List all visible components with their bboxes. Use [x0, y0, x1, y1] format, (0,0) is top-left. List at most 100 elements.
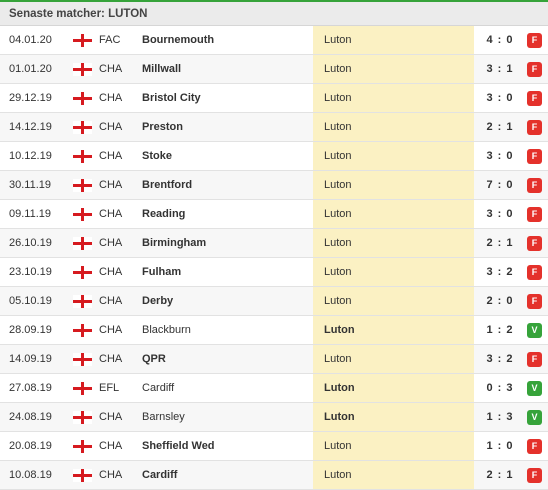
home-team[interactable]: Sheffield Wed [142, 432, 215, 460]
match-score[interactable]: 7 : 0 [474, 171, 526, 199]
match-score[interactable]: 1 : 3 [474, 403, 526, 431]
match-date: 10.08.19 [9, 469, 52, 481]
england-flag-icon [73, 34, 92, 47]
match-date: 14.09.19 [9, 353, 52, 365]
away-team[interactable]: Luton [324, 55, 352, 83]
away-team[interactable]: Luton [324, 432, 352, 460]
away-team[interactable]: Luton [324, 258, 352, 286]
away-team[interactable]: Luton [324, 403, 355, 431]
match-row[interactable]: 14.12.19 CHA Preston Luton 2 : 1F [0, 113, 548, 142]
match-score[interactable]: 1 : 0 [474, 432, 526, 460]
match-score[interactable]: 2 : 1 [474, 113, 526, 141]
home-team[interactable]: Bournemouth [142, 26, 214, 54]
away-team[interactable]: Luton [324, 200, 352, 228]
result-badge: F [527, 178, 542, 193]
away-team[interactable]: Luton [324, 374, 355, 402]
away-team[interactable]: Luton [324, 316, 355, 344]
england-flag-icon [73, 92, 92, 105]
match-row[interactable]: 27.08.19 EFL Cardiff Luton 0 : 3V [0, 374, 548, 403]
match-date: 28.09.19 [9, 324, 52, 336]
competition-code[interactable]: CHA [99, 316, 122, 344]
competition-code[interactable]: CHA [99, 432, 122, 460]
home-team[interactable]: Brentford [142, 171, 192, 199]
competition-code[interactable]: CHA [99, 142, 122, 170]
away-team[interactable]: Luton [324, 113, 352, 141]
match-score[interactable]: 3 : 0 [474, 84, 526, 112]
home-team[interactable]: QPR [142, 345, 166, 373]
home-team[interactable]: Stoke [142, 142, 172, 170]
home-team[interactable]: Fulham [142, 258, 181, 286]
match-row[interactable]: 14.09.19 CHA QPR Luton 3 : 2F [0, 345, 548, 374]
result-badge: F [527, 352, 542, 367]
away-team[interactable]: Luton [324, 26, 352, 54]
match-date: 26.10.19 [9, 237, 52, 249]
result-badge: F [527, 91, 542, 106]
match-score[interactable]: 1 : 2 [474, 316, 526, 344]
competition-code[interactable]: CHA [99, 403, 122, 431]
home-team[interactable]: Barnsley [142, 403, 185, 431]
match-list: 04.01.20 FAC Bournemouth Luton 4 : 0 F 01.01.2… [0, 26, 548, 490]
away-team[interactable]: Luton [324, 229, 352, 257]
away-team[interactable]: Luton [324, 171, 352, 199]
away-team[interactable]: Luton [324, 345, 352, 373]
result-badge: F [527, 439, 542, 454]
home-team[interactable]: Millwall [142, 55, 181, 83]
competition-code[interactable]: CHA [99, 113, 122, 141]
competition-code[interactable]: CHA [99, 55, 122, 83]
away-team[interactable]: Luton [324, 84, 352, 112]
home-team[interactable]: Blackburn [142, 316, 191, 344]
match-row[interactable]: 10.12.19 CHA Stoke Luton 3 : 0F [0, 142, 548, 171]
england-flag-icon [73, 411, 92, 424]
match-row[interactable]: 04.01.20 FAC Bournemouth Luton 4 : 0F [0, 26, 548, 55]
competition-code[interactable]: CHA [99, 287, 122, 315]
away-team[interactable]: Luton [324, 461, 352, 489]
result-badge: V [527, 323, 542, 338]
match-score[interactable]: 2 : 0 [474, 287, 526, 315]
home-team[interactable]: Preston [142, 113, 183, 141]
match-row[interactable]: 28.09.19 CHA Blackburn Luton 1 : 2V [0, 316, 548, 345]
match-score[interactable]: 2 : 1 [474, 229, 526, 257]
competition-code[interactable]: CHA [99, 461, 122, 489]
competition-code[interactable]: CHA [99, 200, 122, 228]
match-row[interactable]: 30.11.19 CHA Brentford Luton 7 : 0F [0, 171, 548, 200]
home-team[interactable]: Cardiff [142, 374, 174, 402]
competition-code[interactable]: CHA [99, 84, 122, 112]
home-team[interactable]: Derby [142, 287, 173, 315]
england-flag-icon [73, 208, 92, 221]
match-score[interactable]: 3 : 1 [474, 55, 526, 83]
competition-code[interactable]: CHA [99, 258, 122, 286]
competition-code[interactable]: CHA [99, 229, 122, 257]
match-date: 01.01.20 [9, 63, 52, 75]
home-team[interactable]: Reading [142, 200, 185, 228]
match-score[interactable]: 4 : 0 [474, 26, 526, 54]
match-row[interactable]: 09.11.19 CHA Reading Luton 3 : 0F [0, 200, 548, 229]
england-flag-icon [73, 266, 92, 279]
competition-code[interactable]: EFL [99, 374, 119, 402]
competition-code[interactable]: CHA [99, 171, 122, 199]
match-row[interactable]: 26.10.19 CHA Birmingham Luton 2 : 1F [0, 229, 548, 258]
match-score[interactable]: 3 : 0 [474, 142, 526, 170]
match-row[interactable]: 23.10.19 CHA Fulham Luton 3 : 2F [0, 258, 548, 287]
away-team[interactable]: Luton [324, 287, 352, 315]
home-team[interactable]: Cardiff [142, 461, 177, 489]
match-row[interactable]: 01.01.20 CHA Millwall Luton 3 : 1F [0, 55, 548, 84]
match-row[interactable]: 10.08.19 CHA Cardiff Luton 2 : 1F [0, 461, 548, 490]
match-row[interactable]: 20.08.19 CHA Sheffield Wed Luton 1 : 0F [0, 432, 548, 461]
away-team[interactable]: Luton [324, 142, 352, 170]
match-score[interactable]: 2 : 1 [474, 461, 526, 489]
match-score[interactable]: 3 : 2 [474, 258, 526, 286]
match-row[interactable]: 05.10.19 CHA Derby Luton 2 : 0F [0, 287, 548, 316]
match-score[interactable]: 0 : 3 [474, 374, 526, 402]
match-row[interactable]: 24.08.19 CHA Barnsley Luton 1 : 3V [0, 403, 548, 432]
competition-code[interactable]: CHA [99, 345, 122, 373]
match-date: 24.08.19 [9, 411, 52, 423]
competition-code[interactable]: FAC [99, 26, 120, 54]
home-team[interactable]: Birmingham [142, 229, 206, 257]
home-team[interactable]: Bristol City [142, 84, 201, 112]
match-date: 09.11.19 [9, 208, 52, 220]
match-score[interactable]: 3 : 0 [474, 200, 526, 228]
match-score[interactable]: 3 : 2 [474, 345, 526, 373]
match-row[interactable]: 29.12.19 CHA Bristol City Luton 3 : 0F [0, 84, 548, 113]
england-flag-icon [73, 150, 92, 163]
result-badge: F [527, 33, 542, 48]
